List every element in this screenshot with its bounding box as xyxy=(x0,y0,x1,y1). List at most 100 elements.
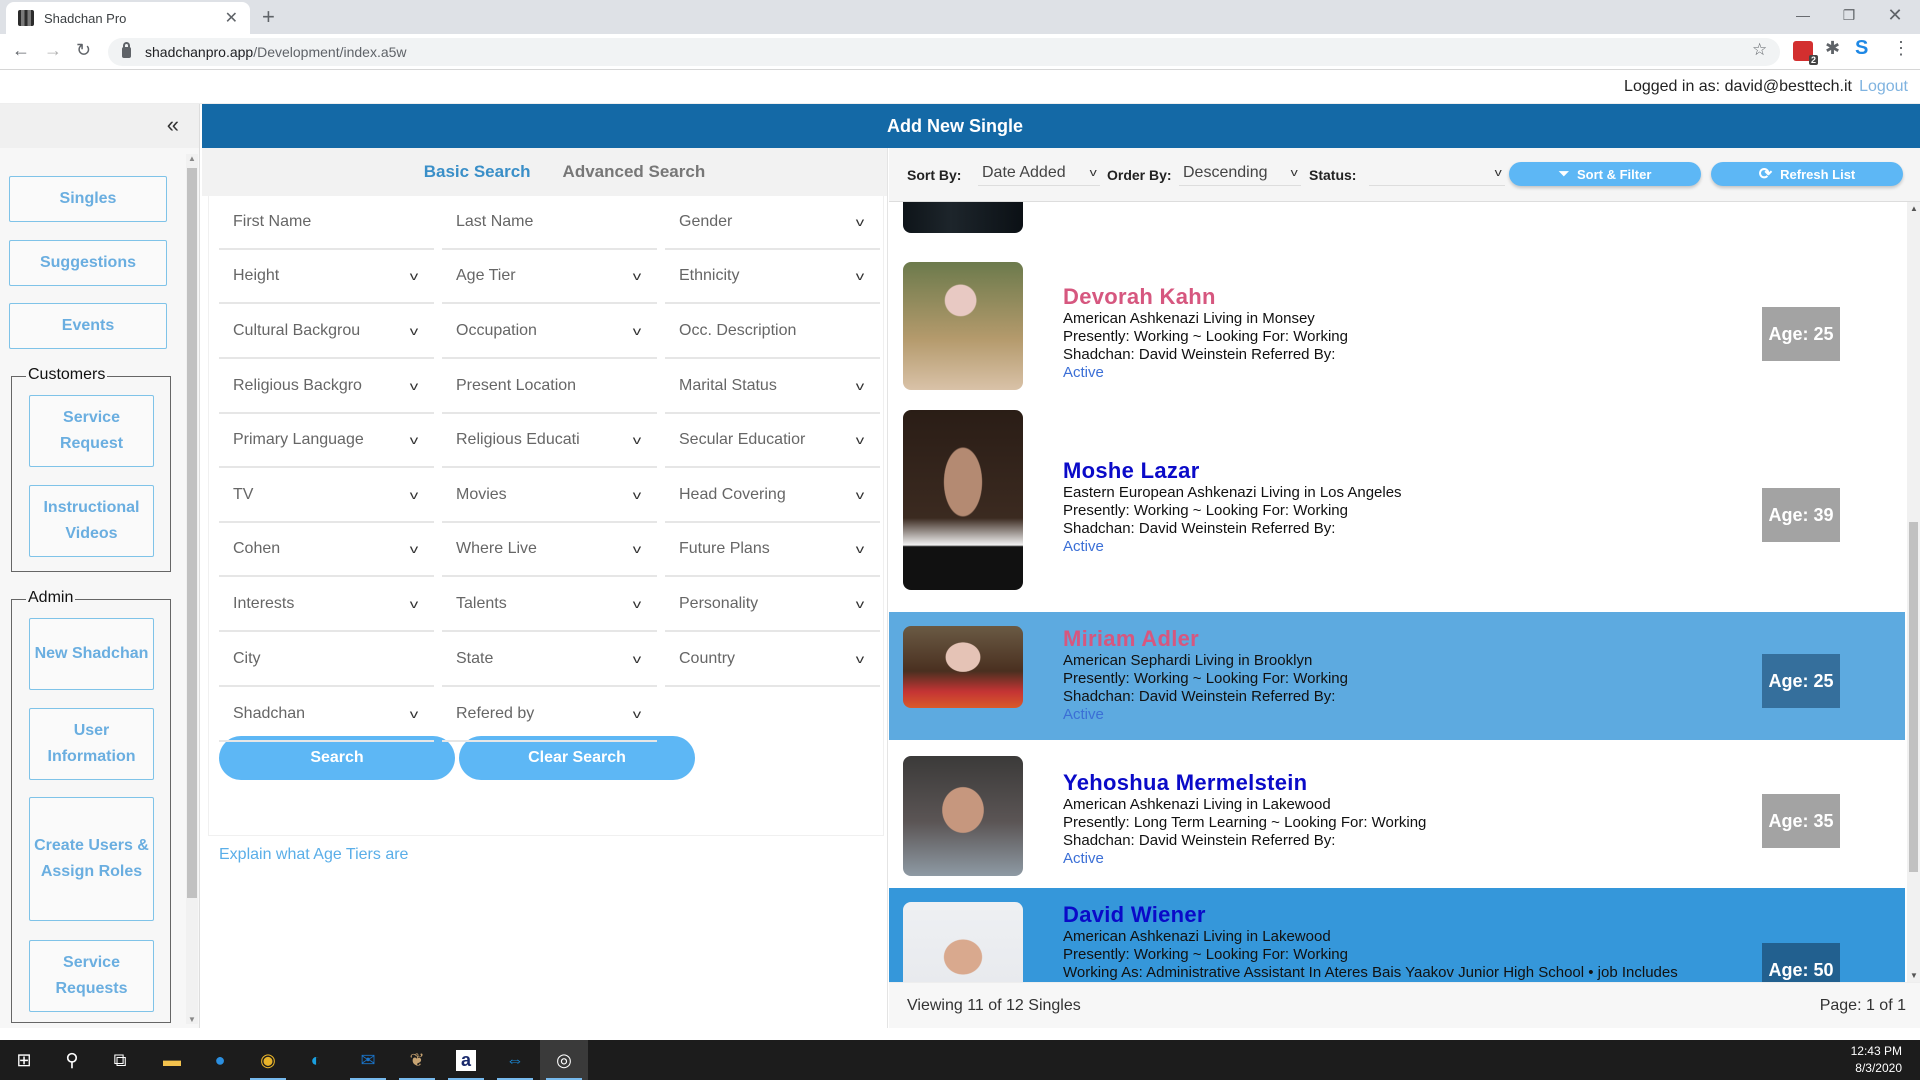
bookmark-star-icon[interactable]: ☆ xyxy=(1752,40,1767,60)
single-photo-cutoff[interactable] xyxy=(903,202,1023,233)
select-secular-educatior[interactable]: Secular Educatior v xyxy=(665,414,880,468)
sidebar-item-singles[interactable]: Singles xyxy=(9,176,167,222)
browser-tab[interactable]: Shadchan Pro ✕ xyxy=(6,2,250,34)
extension-red-icon[interactable]: 2 xyxy=(1793,41,1818,65)
tab-advanced-search[interactable]: Advanced Search xyxy=(563,162,706,182)
app-a-icon[interactable]: a xyxy=(442,1040,490,1080)
single-status[interactable]: Active xyxy=(1063,364,1348,382)
sidebar-scrollbar[interactable]: ▲ ▼ xyxy=(186,154,198,1024)
single-status[interactable]: Active xyxy=(1063,850,1426,868)
single-name[interactable]: Moshe Lazar xyxy=(1063,458,1402,484)
clear-search-button[interactable]: Clear Search xyxy=(459,736,695,780)
reload-icon[interactable]: ↻ xyxy=(76,40,91,61)
scroll-up-icon[interactable]: ▲ xyxy=(188,154,196,163)
browser-menu-icon[interactable]: ⋮ xyxy=(1892,38,1910,59)
single-name[interactable]: Devorah Kahn xyxy=(1063,284,1348,310)
select-height[interactable]: Height v xyxy=(219,250,434,304)
input-occ-description[interactable]: Occ. Description xyxy=(665,305,880,359)
restore-icon[interactable]: ❐ xyxy=(1826,0,1872,30)
select-future-plans[interactable]: Future Plans v xyxy=(665,523,880,577)
sidebar-item-events[interactable]: Events xyxy=(9,303,167,349)
search-icon[interactable]: ⚲ xyxy=(48,1040,96,1080)
sidebar-item-new-shadchan[interactable]: New Shadchan xyxy=(29,618,154,690)
select-marital-status[interactable]: Marital Status v xyxy=(665,360,880,414)
sidebar-scroll-thumb[interactable] xyxy=(187,168,197,898)
forward-icon[interactable]: → xyxy=(44,40,62,61)
chrome-icon[interactable]: ◉ xyxy=(244,1040,292,1080)
single-card[interactable]: Moshe Lazar Eastern European Ashkenazi L… xyxy=(889,404,1905,608)
single-card-selected[interactable]: David Wiener American Ashkenazi Living i… xyxy=(889,888,1905,982)
scroll-down-icon[interactable]: ▼ xyxy=(188,1015,196,1024)
tab-basic-search[interactable]: Basic Search xyxy=(424,162,531,182)
single-status[interactable]: Active xyxy=(1063,706,1348,724)
select-where-live[interactable]: Where Live v xyxy=(442,523,657,577)
sidebar-item-create-users-assign-roles[interactable]: Create Users & Assign Roles xyxy=(29,797,154,921)
explain-age-tiers-link[interactable]: Explain what Age Tiers are xyxy=(219,846,408,864)
list-scroll-thumb[interactable] xyxy=(1909,522,1918,872)
single-photo[interactable] xyxy=(903,262,1023,390)
single-photo[interactable] xyxy=(903,756,1023,876)
select-shadchan[interactable]: Shadchan v xyxy=(219,688,434,742)
app-paw-icon[interactable]: ❦ xyxy=(393,1040,441,1080)
single-card-hovered[interactable]: Miriam Adler American Sephardi Living in… xyxy=(889,612,1905,740)
select-interests[interactable]: Interests v xyxy=(219,578,434,632)
taskbar-clock[interactable]: 12:43 PM 8/3/2020 xyxy=(1851,1043,1902,1077)
single-photo[interactable] xyxy=(903,410,1023,590)
sort-filter-button[interactable]: ⏷ Sort & Filter xyxy=(1509,162,1701,186)
select-religious-educati[interactable]: Religious Educati v xyxy=(442,414,657,468)
minimize-icon[interactable]: — xyxy=(1780,0,1826,30)
task-view-icon[interactable]: ⧉ xyxy=(96,1040,144,1080)
url-input[interactable]: shadchanpro.app/Development/index.a5w xyxy=(108,38,1780,66)
select-head-covering[interactable]: Head Covering v xyxy=(665,469,880,523)
sidebar-item-suggestions[interactable]: Suggestions xyxy=(9,240,167,286)
sidebar-item-user-information[interactable]: User Information xyxy=(29,708,154,780)
new-tab-icon[interactable]: + xyxy=(262,4,275,30)
single-name[interactable]: Yehoshua Mermelstein xyxy=(1063,770,1426,796)
single-card[interactable]: Yehoshua Mermelstein American Ashkenazi … xyxy=(889,740,1905,888)
select-refered-by[interactable]: Refered by v xyxy=(442,688,657,742)
sidebar-item-service-request[interactable]: Service Request xyxy=(29,395,154,467)
select-cohen[interactable]: Cohen v xyxy=(219,523,434,577)
select-age-tier[interactable]: Age Tier v xyxy=(442,250,657,304)
list-scrollbar[interactable]: ▲ ▼ xyxy=(1907,202,1920,982)
sidebar-item-service-requests[interactable]: Service Requests xyxy=(29,940,154,1012)
single-name[interactable]: Miriam Adler xyxy=(1063,626,1348,652)
select-primary-language[interactable]: Primary Language v xyxy=(219,414,434,468)
close-tab-icon[interactable]: ✕ xyxy=(225,8,238,28)
select-tv[interactable]: TV v xyxy=(219,469,434,523)
obs-icon[interactable]: ◎ xyxy=(540,1040,588,1080)
window-close-icon[interactable]: ✕ xyxy=(1872,0,1918,30)
single-name[interactable]: David Wiener xyxy=(1063,902,1678,928)
input-last-name[interactable]: Last Name xyxy=(442,196,657,250)
select-personality[interactable]: Personality v xyxy=(665,578,880,632)
single-photo[interactable] xyxy=(903,902,1023,982)
refresh-list-button[interactable]: ⟳ Refresh List xyxy=(1711,162,1903,186)
select-occupation[interactable]: Occupation v xyxy=(442,305,657,359)
file-explorer-icon[interactable]: ▬ xyxy=(148,1040,196,1080)
select-cultural-backgrou[interactable]: Cultural Backgrou v xyxy=(219,305,434,359)
single-photo[interactable] xyxy=(903,626,1023,708)
select-religious-backgro[interactable]: Religious Backgro v xyxy=(219,360,434,414)
back-icon[interactable]: ← xyxy=(12,40,30,61)
select-movies[interactable]: Movies v xyxy=(442,469,657,523)
input-city[interactable]: City xyxy=(219,633,434,687)
sort-by-select[interactable]: Date Added v xyxy=(978,160,1100,186)
scroll-up-icon[interactable]: ▲ xyxy=(1910,204,1918,213)
select-country[interactable]: Country v xyxy=(665,633,880,687)
scroll-down-icon[interactable]: ▼ xyxy=(1910,971,1918,980)
logout-link[interactable]: Logout xyxy=(1859,78,1908,96)
single-card[interactable]: Devorah Kahn American Ashkenazi Living i… xyxy=(889,252,1905,404)
input-present-location[interactable]: Present Location xyxy=(442,360,657,414)
edge-icon[interactable]: ◐ xyxy=(292,1040,340,1080)
order-by-select[interactable]: Descending v xyxy=(1179,160,1301,186)
extensions-puzzle-icon[interactable]: ✱ xyxy=(1825,38,1845,58)
single-status[interactable]: Active xyxy=(1063,538,1402,556)
select-talents[interactable]: Talents v xyxy=(442,578,657,632)
sidebar-item-instructional-videos[interactable]: Instructional Videos xyxy=(29,485,154,557)
extension-s-icon[interactable]: S xyxy=(1855,37,1875,59)
tool-app-icon[interactable]: ● xyxy=(196,1040,244,1080)
select-state[interactable]: State v xyxy=(442,633,657,687)
status-select[interactable]: v xyxy=(1369,160,1505,186)
input-first-name[interactable]: First Name xyxy=(219,196,434,250)
windows-start-icon[interactable]: ⊞ xyxy=(0,1040,48,1080)
